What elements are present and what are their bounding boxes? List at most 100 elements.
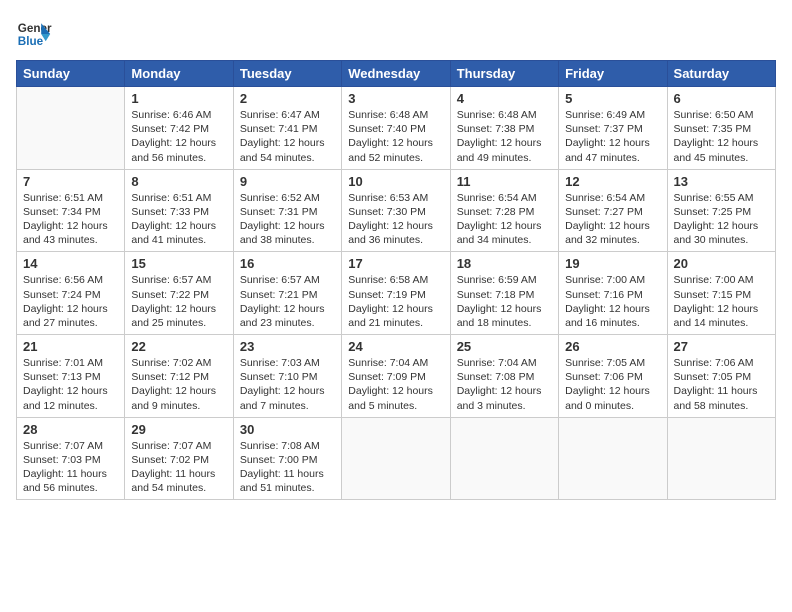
day-number: 19 (565, 256, 660, 271)
logo-icon: General Blue (16, 16, 52, 52)
weekday-header-row: SundayMondayTuesdayWednesdayThursdayFrid… (17, 61, 776, 87)
calendar-cell: 28 Sunrise: 7:07 AM Sunset: 7:03 PM Dayli… (17, 417, 125, 500)
calendar-cell: 1Sunrise: 6:46 AM Sunset: 7:42 PM Daylig… (125, 87, 233, 170)
day-info: Sunrise: 7:07 AM Sunset: 7:03 PM Dayligh… (23, 439, 118, 496)
calendar-cell: 5 Sunrise: 6:49 AM Sunset: 7:37 PM Daylig… (559, 87, 667, 170)
calendar-cell: 13 Sunrise: 6:55 AM Sunset: 7:25 PM Dayli… (667, 169, 775, 252)
day-number: 25 (457, 339, 552, 354)
day-number: 15 (131, 256, 226, 271)
calendar-week-row: 7 Sunrise: 6:51 AM Sunset: 7:34 PM Daylig… (17, 169, 776, 252)
calendar-cell (342, 417, 450, 500)
day-info: Sunrise: 7:03 AM Sunset: 7:10 PM Dayligh… (240, 356, 335, 413)
day-info: Sunrise: 6:56 AM Sunset: 7:24 PM Dayligh… (23, 273, 118, 330)
day-number: 4 (457, 91, 552, 106)
calendar-cell: 7 Sunrise: 6:51 AM Sunset: 7:34 PM Daylig… (17, 169, 125, 252)
day-number: 10 (348, 174, 443, 189)
day-number: 30 (240, 422, 335, 437)
calendar-cell (17, 87, 125, 170)
svg-text:Blue: Blue (18, 35, 44, 48)
calendar-week-row: 21 Sunrise: 7:01 AM Sunset: 7:13 PM Dayli… (17, 335, 776, 418)
day-info: Sunrise: 6:52 AM Sunset: 7:31 PM Dayligh… (240, 191, 335, 248)
day-number: 22 (131, 339, 226, 354)
day-number: 2 (240, 91, 335, 106)
calendar-cell (559, 417, 667, 500)
calendar-week-row: 14 Sunrise: 6:56 AM Sunset: 7:24 PM Dayli… (17, 252, 776, 335)
weekday-header: Thursday (450, 61, 558, 87)
day-number: 6 (674, 91, 769, 106)
calendar-cell: 29Sunrise: 7:07 AM Sunset: 7:02 PM Dayli… (125, 417, 233, 500)
calendar-cell: 12 Sunrise: 6:54 AM Sunset: 7:27 PM Dayli… (559, 169, 667, 252)
day-info: Sunrise: 6:48 AM Sunset: 7:40 PM Dayligh… (348, 108, 443, 165)
day-info: Sunrise: 6:46 AM Sunset: 7:42 PM Dayligh… (131, 108, 226, 165)
weekday-header: Wednesday (342, 61, 450, 87)
day-info: Sunrise: 7:00 AM Sunset: 7:16 PM Dayligh… (565, 273, 660, 330)
page-header: General Blue (16, 16, 776, 52)
calendar-cell: 11 Sunrise: 6:54 AM Sunset: 7:28 PM Dayli… (450, 169, 558, 252)
calendar-cell: 3 Sunrise: 6:48 AM Sunset: 7:40 PM Daylig… (342, 87, 450, 170)
day-info: Sunrise: 6:51 AM Sunset: 7:33 PM Dayligh… (131, 191, 226, 248)
day-number: 14 (23, 256, 118, 271)
weekday-header: Sunday (17, 61, 125, 87)
calendar-cell: 18Sunrise: 6:59 AM Sunset: 7:18 PM Dayli… (450, 252, 558, 335)
calendar-cell: 16 Sunrise: 6:57 AM Sunset: 7:21 PM Dayli… (233, 252, 341, 335)
day-number: 16 (240, 256, 335, 271)
day-number: 28 (23, 422, 118, 437)
calendar-week-row: 28 Sunrise: 7:07 AM Sunset: 7:03 PM Dayli… (17, 417, 776, 500)
day-number: 5 (565, 91, 660, 106)
calendar-cell: 2 Sunrise: 6:47 AM Sunset: 7:41 PM Daylig… (233, 87, 341, 170)
weekday-header: Saturday (667, 61, 775, 87)
day-info: Sunrise: 7:07 AM Sunset: 7:02 PM Dayligh… (131, 439, 226, 496)
day-number: 24 (348, 339, 443, 354)
day-number: 11 (457, 174, 552, 189)
day-info: Sunrise: 7:08 AM Sunset: 7:00 PM Dayligh… (240, 439, 335, 496)
day-info: Sunrise: 7:04 AM Sunset: 7:08 PM Dayligh… (457, 356, 552, 413)
day-number: 26 (565, 339, 660, 354)
logo: General Blue (16, 16, 52, 52)
calendar-cell: 30 Sunrise: 7:08 AM Sunset: 7:00 PM Dayli… (233, 417, 341, 500)
calendar-cell: 19 Sunrise: 7:00 AM Sunset: 7:16 PM Dayli… (559, 252, 667, 335)
day-info: Sunrise: 7:00 AM Sunset: 7:15 PM Dayligh… (674, 273, 769, 330)
calendar-cell: 10 Sunrise: 6:53 AM Sunset: 7:30 PM Dayli… (342, 169, 450, 252)
day-info: Sunrise: 6:50 AM Sunset: 7:35 PM Dayligh… (674, 108, 769, 165)
day-number: 27 (674, 339, 769, 354)
calendar-cell: 15 Sunrise: 6:57 AM Sunset: 7:22 PM Dayli… (125, 252, 233, 335)
day-number: 17 (348, 256, 443, 271)
weekday-header: Tuesday (233, 61, 341, 87)
day-info: Sunrise: 7:02 AM Sunset: 7:12 PM Dayligh… (131, 356, 226, 413)
calendar-cell: 24Sunrise: 7:04 AM Sunset: 7:09 PM Dayli… (342, 335, 450, 418)
calendar-cell: 8 Sunrise: 6:51 AM Sunset: 7:33 PM Daylig… (125, 169, 233, 252)
weekday-header: Friday (559, 61, 667, 87)
day-info: Sunrise: 6:49 AM Sunset: 7:37 PM Dayligh… (565, 108, 660, 165)
calendar-cell: 6 Sunrise: 6:50 AM Sunset: 7:35 PM Daylig… (667, 87, 775, 170)
day-number: 9 (240, 174, 335, 189)
calendar-cell: 21 Sunrise: 7:01 AM Sunset: 7:13 PM Dayli… (17, 335, 125, 418)
day-info: Sunrise: 6:47 AM Sunset: 7:41 PM Dayligh… (240, 108, 335, 165)
day-number: 12 (565, 174, 660, 189)
day-info: Sunrise: 6:54 AM Sunset: 7:27 PM Dayligh… (565, 191, 660, 248)
day-info: Sunrise: 6:57 AM Sunset: 7:21 PM Dayligh… (240, 273, 335, 330)
day-info: Sunrise: 6:54 AM Sunset: 7:28 PM Dayligh… (457, 191, 552, 248)
day-info: Sunrise: 6:57 AM Sunset: 7:22 PM Dayligh… (131, 273, 226, 330)
day-number: 8 (131, 174, 226, 189)
day-number: 3 (348, 91, 443, 106)
day-number: 20 (674, 256, 769, 271)
calendar-cell: 26 Sunrise: 7:05 AM Sunset: 7:06 PM Dayli… (559, 335, 667, 418)
day-number: 23 (240, 339, 335, 354)
calendar-cell: 27 Sunrise: 7:06 AM Sunset: 7:05 PM Dayli… (667, 335, 775, 418)
day-info: Sunrise: 7:01 AM Sunset: 7:13 PM Dayligh… (23, 356, 118, 413)
calendar-cell: 9 Sunrise: 6:52 AM Sunset: 7:31 PM Daylig… (233, 169, 341, 252)
day-info: Sunrise: 6:53 AM Sunset: 7:30 PM Dayligh… (348, 191, 443, 248)
calendar-cell: 17 Sunrise: 6:58 AM Sunset: 7:19 PM Dayli… (342, 252, 450, 335)
calendar-cell: 22 Sunrise: 7:02 AM Sunset: 7:12 PM Dayli… (125, 335, 233, 418)
day-info: Sunrise: 6:55 AM Sunset: 7:25 PM Dayligh… (674, 191, 769, 248)
day-number: 21 (23, 339, 118, 354)
day-number: 7 (23, 174, 118, 189)
day-info: Sunrise: 7:05 AM Sunset: 7:06 PM Dayligh… (565, 356, 660, 413)
day-info: Sunrise: 7:06 AM Sunset: 7:05 PM Dayligh… (674, 356, 769, 413)
day-info: Sunrise: 6:51 AM Sunset: 7:34 PM Dayligh… (23, 191, 118, 248)
day-number: 18 (457, 256, 552, 271)
day-info: Sunrise: 6:58 AM Sunset: 7:19 PM Dayligh… (348, 273, 443, 330)
weekday-header: Monday (125, 61, 233, 87)
calendar-cell: 14 Sunrise: 6:56 AM Sunset: 7:24 PM Dayli… (17, 252, 125, 335)
day-number: 13 (674, 174, 769, 189)
